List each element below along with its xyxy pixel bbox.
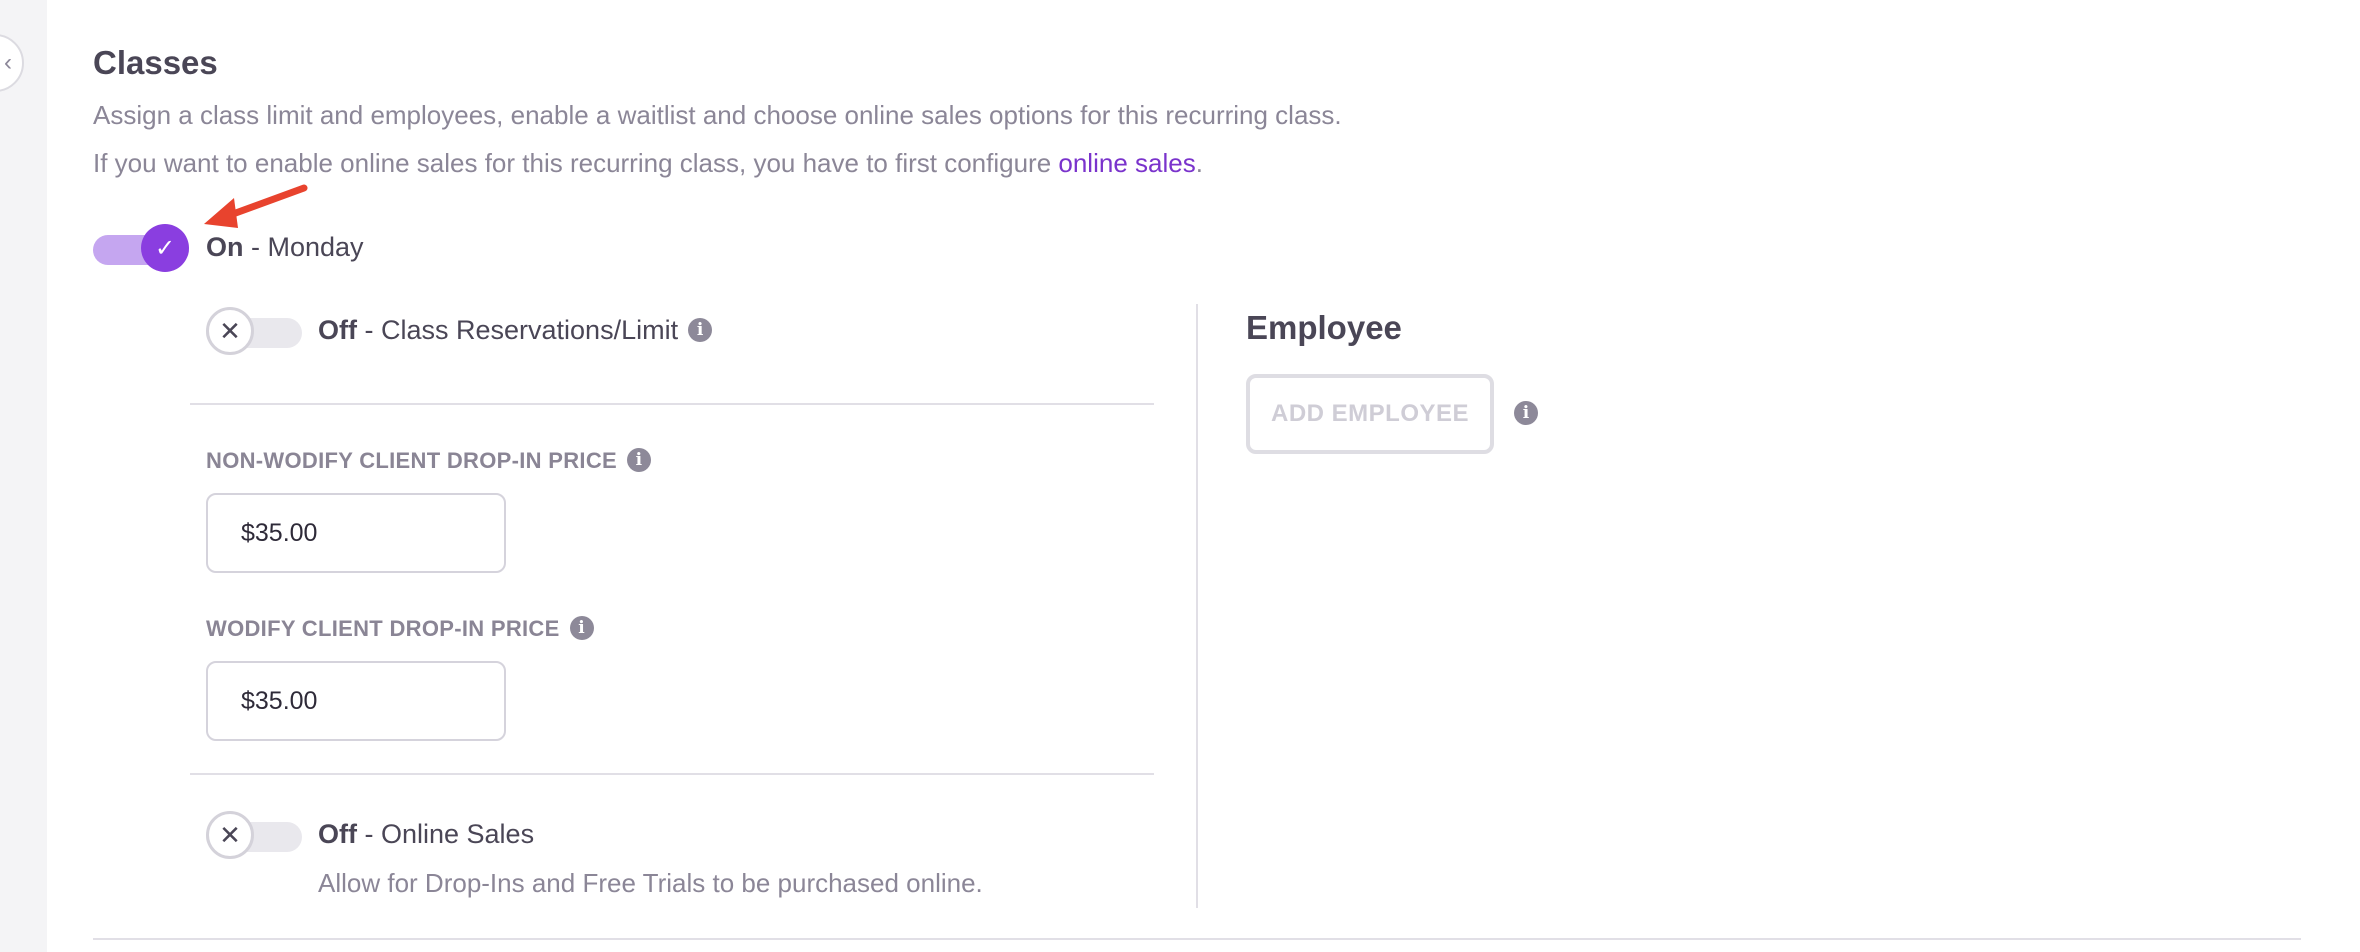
section-title: Classes (93, 44, 218, 81)
add-employee-button[interactable]: ADD EMPLOYEE (1246, 374, 1494, 454)
online-sales-label: Off - Online Sales (318, 819, 535, 849)
main-panel (47, 0, 2360, 952)
info-icon[interactable]: i (688, 317, 713, 342)
online-sales-toggle[interactable]: ✕ (206, 811, 302, 859)
close-icon: ✕ (206, 811, 254, 859)
non-wodify-price-label: NON-WODIFY CLIENT DROP-IN PRICE i (206, 448, 652, 474)
info-icon[interactable]: i (627, 448, 652, 473)
info-icon[interactable]: i (569, 616, 594, 641)
annotation-arrow-icon (204, 184, 308, 228)
monday-toggle[interactable]: ✓ (93, 224, 189, 272)
close-icon: ✕ (206, 307, 254, 355)
class-reservations-label: Off - Class Reservations/Limit i (318, 315, 713, 346)
divider (190, 773, 1154, 775)
online-sales-description: Allow for Drop-Ins and Free Trials to be… (318, 868, 983, 898)
column-divider (1196, 304, 1198, 908)
chevron-left-icon: ‹ (4, 49, 12, 76)
class-reservations-toggle[interactable]: ✕ (206, 307, 302, 355)
monday-toggle-label: On - Monday (206, 232, 364, 262)
non-wodify-price-input[interactable] (206, 493, 506, 573)
online-sales-hint: If you want to enable online sales for t… (93, 148, 1203, 178)
collapse-sidebar-button[interactable]: ‹ (0, 34, 24, 92)
section-bottom-divider (93, 938, 2301, 940)
employee-title: Employee (1246, 309, 1402, 346)
check-icon: ✓ (141, 224, 189, 272)
online-sales-link[interactable]: online sales (1058, 148, 1195, 178)
divider (190, 403, 1154, 405)
wodify-price-label: WODIFY CLIENT DROP-IN PRICE i (206, 616, 594, 642)
info-icon[interactable]: i (1514, 401, 1538, 425)
section-description: Assign a class limit and employees, enab… (93, 100, 1342, 130)
wodify-price-input[interactable] (206, 661, 506, 741)
